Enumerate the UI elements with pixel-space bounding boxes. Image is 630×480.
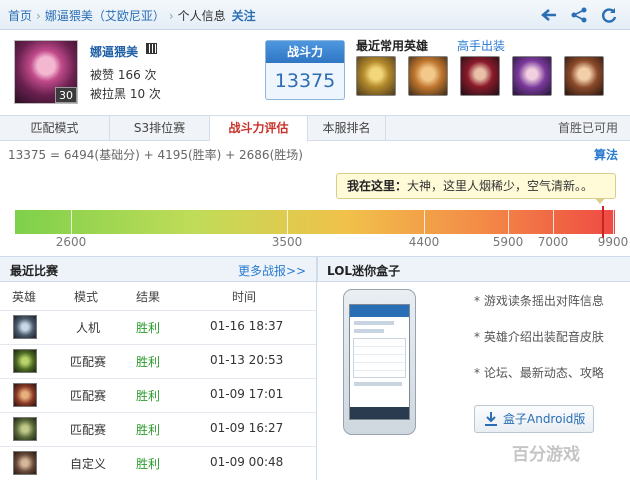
- lol-box-header: LOL迷你盒子: [317, 256, 630, 282]
- scale-tick-label: 4400: [408, 235, 440, 249]
- tab-bar: 匹配模式 S3排位赛 战斗力评估 本服排名 首胜已可用: [0, 115, 630, 142]
- scale-mark: [287, 210, 288, 234]
- breadcrumb-separator: ›: [36, 8, 41, 23]
- qr-code-icon[interactable]: [146, 43, 157, 54]
- hero-icon: [13, 383, 37, 407]
- recent-matches-header: 最近比赛 更多战报>>: [0, 256, 316, 282]
- breadcrumb: 首页 › 娜逼猥美（艾欧尼亚） › 个人信息 关注: [8, 7, 256, 24]
- match-mode: 匹配赛: [69, 423, 106, 437]
- tab-server-rank[interactable]: 本服排名: [308, 116, 386, 141]
- match-time: 01-09 00:48: [210, 455, 284, 469]
- scale-tick-label: 5900: [492, 235, 524, 249]
- scale-tick-label: 3500: [271, 235, 303, 249]
- scale-mark: [613, 210, 614, 234]
- match-mode: 人机: [75, 321, 100, 335]
- level-badge: 30: [55, 87, 77, 103]
- hero-icon: [13, 349, 37, 373]
- download-label: 盒子Android版: [503, 412, 586, 426]
- tooltip-arrow: [595, 198, 605, 204]
- feature-text: * 游戏读条摇出对阵信息: [474, 294, 604, 308]
- download-android-button[interactable]: 盒子Android版: [474, 405, 594, 433]
- follow-button[interactable]: 关注: [232, 9, 256, 23]
- hero-portrait-3[interactable]: [460, 56, 500, 96]
- panel-divider: [316, 256, 317, 480]
- tooltip-text: 大神，这里人烟稀少，空气清新。。: [407, 179, 594, 193]
- power-label: 战斗力: [266, 41, 344, 63]
- match-mode: 匹配赛: [69, 389, 106, 403]
- download-icon: [485, 412, 497, 426]
- feature-text: * 英雄介绍出装配音皮肤: [474, 330, 604, 344]
- back-arrow-icon[interactable]: [540, 6, 558, 24]
- hero-icon: [13, 417, 37, 441]
- breadcrumb-player[interactable]: 娜逼猥美（艾欧尼亚）: [45, 9, 165, 23]
- match-row[interactable]: 匹配赛 胜利 01-13 20:53: [0, 344, 316, 378]
- phone-screen: [349, 304, 410, 420]
- hero-icon: [13, 451, 37, 475]
- first-win-status: 首胜已可用: [557, 121, 618, 135]
- breadcrumb-current: 个人信息: [177, 9, 226, 23]
- match-time: 01-09 17:01: [210, 387, 284, 401]
- top-bar: 首页 › 娜逼猥美（艾欧尼亚） › 个人信息 关注: [0, 0, 630, 30]
- player-name: 娜逼猥美: [90, 45, 139, 59]
- col-mode: 模式: [74, 290, 99, 304]
- position-tooltip: 我在这里：大神，这里人烟稀少，空气清新。。: [336, 173, 616, 204]
- expert-build-link[interactable]: 高手出装: [457, 37, 505, 54]
- match-result: 胜利: [136, 423, 161, 437]
- feature-text: * 论坛、最新动态、攻略: [474, 366, 604, 380]
- scale-mark: [424, 210, 425, 234]
- tab-power-eval[interactable]: 战斗力评估: [210, 116, 308, 142]
- phone-image: [343, 289, 416, 435]
- toolbar-icons: [532, 6, 618, 24]
- col-hero: 英雄: [12, 290, 37, 304]
- scale-tick-label: 7000: [537, 235, 569, 249]
- power-value: 13375: [274, 70, 336, 92]
- lol-box-title: LOL迷你盒子: [327, 264, 401, 278]
- match-row[interactable]: 自定义 胜利 01-09 00:48: [0, 446, 316, 480]
- match-result: 胜利: [136, 389, 161, 403]
- power-formula: 13375 = 6494(基础分) + 4195(胜率) + 2686(胜场): [8, 148, 303, 162]
- match-row[interactable]: 人机 胜利 01-16 18:37: [0, 310, 316, 344]
- hero-icon: [13, 315, 37, 339]
- tab-ranked[interactable]: S3排位赛: [110, 116, 210, 141]
- power-card: 战斗力 13375: [265, 40, 345, 100]
- more-reports-link[interactable]: 更多战报>>: [238, 262, 306, 279]
- app-root: 首页 › 娜逼猥美（艾欧尼亚） › 个人信息 关注 30 娜逼猥美 被赞 166 次 被拉…: [0, 0, 630, 480]
- scale-mark: [71, 210, 72, 234]
- breadcrumb-home[interactable]: 首页: [8, 9, 32, 23]
- tab-matchmaking[interactable]: 匹配模式: [0, 116, 110, 141]
- match-row[interactable]: 匹配赛 胜利 01-09 16:27: [0, 412, 316, 446]
- refresh-icon[interactable]: [600, 6, 618, 24]
- algorithm-link[interactable]: 算法: [594, 146, 618, 163]
- match-mode: 自定义: [69, 457, 106, 471]
- current-position-marker: [602, 206, 604, 238]
- avatar[interactable]: 30: [14, 40, 78, 104]
- tooltip-label: 我在这里：: [347, 179, 408, 193]
- watermark: 百分游戏: [512, 445, 580, 465]
- breadcrumb-separator: ›: [168, 8, 174, 23]
- scale-tick-label: 2600: [55, 235, 87, 249]
- match-result: 胜利: [136, 321, 161, 335]
- match-result: 胜利: [136, 355, 161, 369]
- recent-matches-title: 最近比赛: [10, 264, 59, 278]
- hero-portrait-5[interactable]: [564, 56, 604, 96]
- hero-portrait-2[interactable]: [408, 56, 448, 96]
- match-time: 01-16 18:37: [210, 319, 284, 333]
- col-time: 时间: [232, 290, 257, 304]
- recent-heroes-title: 最近常用英雄: [356, 39, 429, 53]
- share-icon[interactable]: [570, 6, 588, 24]
- blacklist-count: 被拉黑 10 次: [90, 87, 161, 101]
- match-row[interactable]: 匹配赛 胜利 01-09 17:01: [0, 378, 316, 412]
- power-scale-bar: [15, 206, 615, 238]
- likes-count: 被赞 166 次: [90, 68, 157, 82]
- scale-tick-label: 9900: [597, 235, 629, 249]
- match-time: 01-09 16:27: [210, 421, 284, 435]
- scale-mark: [553, 210, 554, 234]
- match-mode: 匹配赛: [69, 355, 106, 369]
- match-time: 01-13 20:53: [210, 353, 284, 367]
- hero-portrait-4[interactable]: [512, 56, 552, 96]
- col-result: 结果: [136, 290, 161, 304]
- match-result: 胜利: [136, 457, 161, 471]
- hero-portrait-1[interactable]: [356, 56, 396, 96]
- scale-mark: [508, 210, 509, 234]
